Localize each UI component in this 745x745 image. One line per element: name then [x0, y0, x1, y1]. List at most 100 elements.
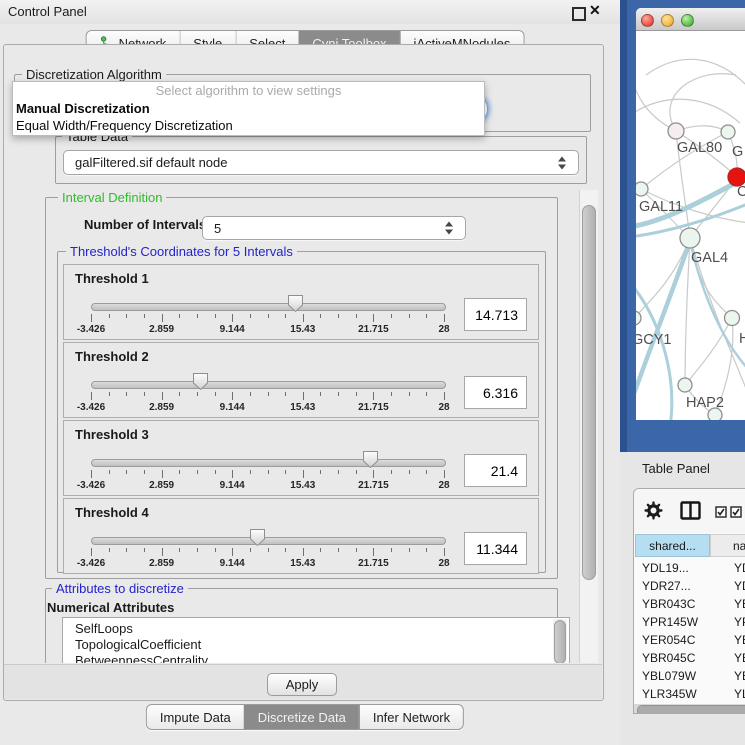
mac-minimize-button[interactable] — [661, 14, 674, 27]
tick-label: 21.715 — [358, 402, 389, 413]
tick-label: 2.859 — [149, 558, 174, 569]
tab-discretize-data[interactable]: Discretize Data — [244, 705, 359, 729]
tick-label: 2.859 — [149, 480, 174, 491]
cell-shared-name: YBL079W — [642, 667, 696, 685]
table-horizontal-scrollbar[interactable] — [634, 704, 745, 714]
network-graph: GAL80GCGAL11GAL4GCY1HHAP2 — [636, 31, 745, 420]
threshold-slider-track[interactable] — [91, 459, 446, 467]
tick-label: 15.43 — [290, 558, 315, 569]
network-canvas[interactable]: GAL80GCGAL11GAL4GCY1HHAP2 — [636, 31, 745, 420]
close-icon[interactable]: ✕ — [589, 2, 601, 19]
threshold-panel: Threshold 3 -3.4262.8599.14415.4321.7152… — [63, 420, 539, 496]
tick-label: 21.715 — [358, 324, 389, 335]
number-of-intervals-value: 5 — [214, 221, 221, 236]
threshold-value-field[interactable] — [464, 298, 527, 331]
tick-label: -3.426 — [77, 558, 105, 569]
threshold-slider-track[interactable] — [91, 381, 446, 389]
table-row[interactable]: YBL079W YBL0 — [635, 667, 745, 685]
threshold-value-field[interactable] — [464, 454, 527, 487]
column-header-shared-name[interactable]: shared... — [635, 534, 710, 557]
numerical-attributes-list[interactable]: SelfLoopsTopologicalCoefficientBetweenne… — [62, 617, 570, 663]
cell-name: YBL0 — [734, 667, 745, 685]
tab-label: Discretize Data — [258, 710, 346, 725]
network-node[interactable] — [680, 228, 700, 248]
threshold-label: Threshold 1 — [75, 271, 149, 286]
mac-close-button[interactable] — [641, 14, 654, 27]
threshold-slider-track[interactable] — [91, 537, 446, 545]
thresholds-stack: Threshold 1 -3.426 2.859 9.144 15.43 21.715 2… — [63, 264, 539, 576]
cell-shared-name: YDL19... — [642, 559, 689, 577]
threshold-slider-track[interactable] — [91, 303, 446, 311]
tick-label: 21.715 — [358, 558, 389, 569]
float-window-icon[interactable] — [572, 7, 586, 21]
tab-infer-network[interactable]: Infer Network — [359, 705, 463, 729]
attribute-list-item[interactable]: SelfLoops — [63, 621, 569, 637]
column-header-name[interactable]: na — [710, 534, 745, 557]
split-view-icon[interactable] — [680, 501, 701, 525]
cell-name: YBR0 — [734, 595, 745, 613]
cell-name: YER0 — [734, 631, 745, 649]
slider-thumb[interactable] — [249, 528, 266, 547]
tick-label: 28 — [438, 558, 449, 569]
control-panel-title: Control Panel — [8, 4, 87, 19]
table-row[interactable]: YBR043CYBR0 — [635, 595, 745, 613]
threshold-value-field[interactable] — [464, 532, 527, 565]
network-node[interactable] — [721, 125, 735, 139]
network-node[interactable] — [678, 378, 692, 392]
threshold-value-field[interactable] — [464, 376, 527, 409]
network-desktop-area: GAL80GCGAL11GAL4GCY1HHAP2 — [620, 0, 745, 452]
attribute-list-item[interactable]: TopologicalCoefficient — [63, 637, 569, 653]
network-node[interactable] — [636, 182, 648, 196]
network-node[interactable] — [636, 311, 641, 325]
slider-thumb[interactable] — [192, 372, 209, 391]
table-rows: YDL19...YDL1YDR27...YDR2YBR043CYBR0YPR14… — [635, 559, 745, 714]
algorithm-option-manual[interactable]: Manual Discretization — [13, 100, 484, 117]
gear-icon[interactable] — [644, 501, 663, 525]
node-label: GAL4 — [691, 250, 728, 266]
slider-thumb[interactable] — [287, 294, 304, 313]
table-data-select[interactable]: galFiltered.sif default node — [63, 150, 579, 175]
network-node[interactable] — [725, 311, 740, 326]
thresholds-group-title: Threshold's Coordinates for 5 Intervals — [66, 245, 297, 258]
table-row[interactable]: YDR27...YDR2 — [635, 577, 745, 595]
attribute-list-item[interactable]: BetweennessCentrality — [63, 653, 569, 663]
table-row[interactable]: YLR345WYLR3 — [635, 685, 745, 703]
cell-shared-name: YBR045C — [642, 649, 695, 667]
algorithm-dropdown-hint: Select algorithm to view settings — [13, 82, 484, 100]
tick-label: -3.426 — [77, 480, 105, 491]
interval-definition-group-title: Interval Definition — [58, 191, 166, 204]
combo-stepper-icon — [558, 156, 567, 169]
number-of-intervals-select[interactable]: 5 — [202, 216, 466, 240]
network-node[interactable] — [708, 408, 722, 420]
table-row[interactable]: YPR145WYPR1 — [635, 613, 745, 631]
control-panel-titlebar: Control Panel ✕ — [0, 0, 620, 24]
tick-label: -3.426 — [77, 402, 105, 413]
checked-box-icon[interactable] — [715, 505, 727, 523]
tick-label: 2.859 — [149, 402, 174, 413]
number-of-intervals-label: Number of Intervals — [84, 217, 206, 232]
table-row[interactable]: YDL19...YDL1 — [635, 559, 745, 577]
settings-vertical-scrollbar[interactable] — [579, 190, 598, 663]
discretization-algorithm-group-title: Discretization Algorithm — [22, 68, 166, 81]
network-node[interactable] — [668, 123, 684, 139]
tick-label: 2.859 — [149, 324, 174, 335]
mac-zoom-button[interactable] — [681, 14, 694, 27]
cell-shared-name: YLR345W — [642, 685, 697, 703]
panel-divider[interactable] — [620, 0, 627, 452]
algorithm-option-equal-width[interactable]: Equal Width/Frequency Discretization — [13, 117, 484, 134]
attributes-group-title: Attributes to discretize — [52, 582, 188, 595]
slider-thumb[interactable] — [362, 450, 379, 469]
table-row[interactable]: YBR045CYBR0 — [635, 649, 745, 667]
application-window: Control Panel ✕ Network Style Select Cyn… — [0, 0, 745, 745]
checked-box-icon[interactable] — [730, 505, 742, 523]
tick-label: 9.144 — [220, 558, 245, 569]
node-label: GAL80 — [677, 140, 722, 156]
attribute-list-scrollbar[interactable] — [553, 619, 567, 663]
network-window-titlebar — [636, 8, 745, 31]
apply-button[interactable]: Apply — [267, 673, 337, 696]
tab-impute-data[interactable]: Impute Data — [147, 705, 244, 729]
apply-button-label: Apply — [286, 677, 319, 692]
settings-scroll-viewport: Interval Definition Number of Intervals … — [14, 190, 577, 663]
node-label: H — [739, 331, 745, 347]
table-row[interactable]: YER054CYER0 — [635, 631, 745, 649]
